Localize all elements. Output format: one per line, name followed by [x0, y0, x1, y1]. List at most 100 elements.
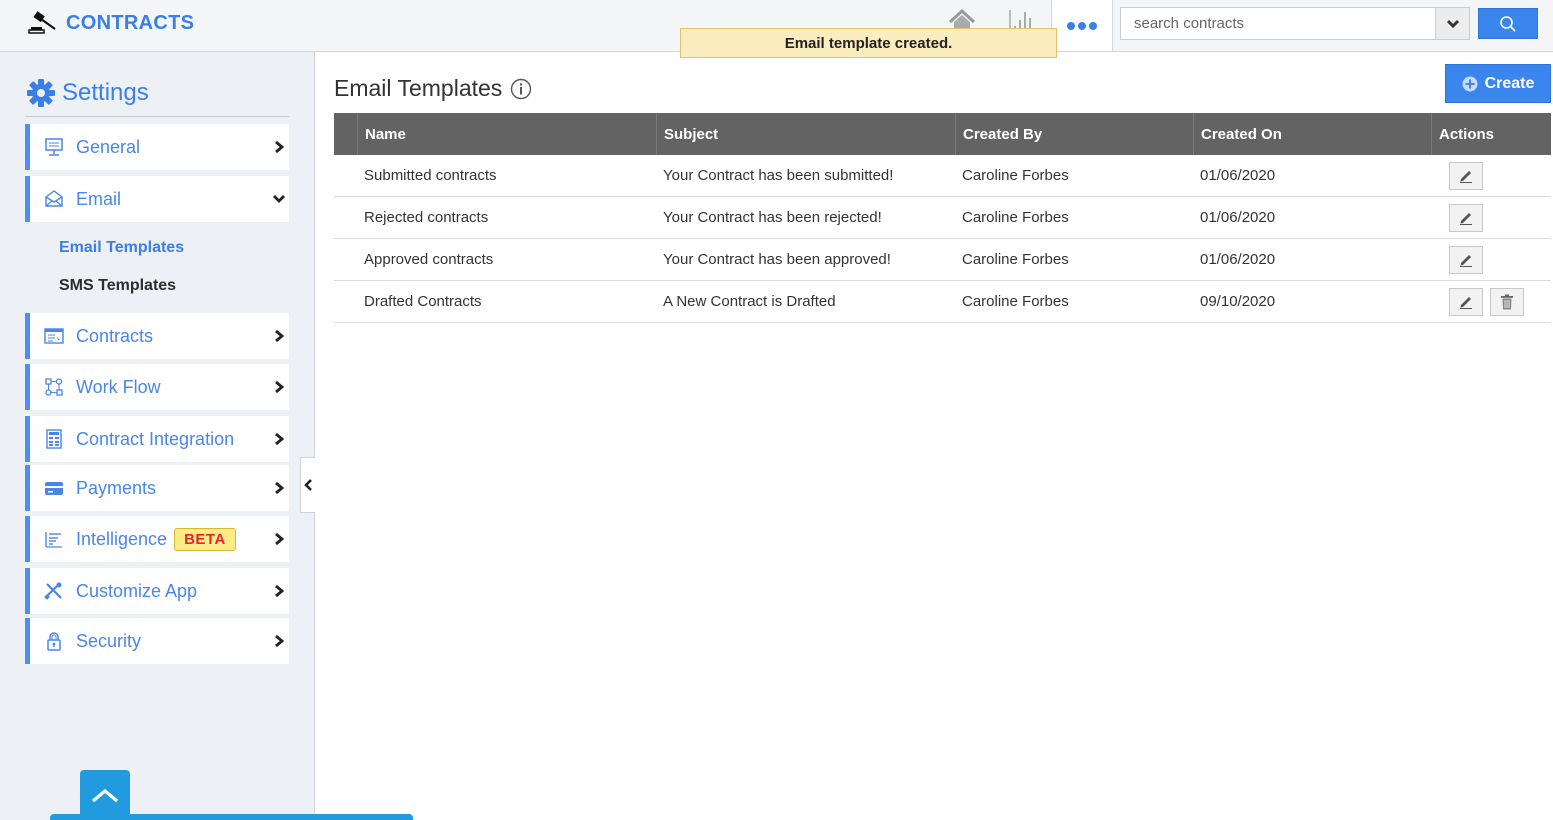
gavel-icon — [28, 11, 56, 34]
cell-name: Rejected contracts — [364, 209, 489, 226]
trash-icon — [1501, 294, 1513, 309]
divider — [25, 116, 289, 117]
app-title: CONTRACTS — [66, 11, 195, 34]
sidebar-item-label: Payments — [76, 477, 157, 498]
column-header-created-by[interactable]: Created By — [955, 113, 1193, 155]
chevron-down-icon — [273, 195, 285, 203]
chevron-right-icon — [275, 481, 285, 495]
search-box — [1120, 7, 1470, 40]
column-header-subject[interactable]: Subject — [656, 113, 955, 155]
pencil-icon — [1460, 254, 1472, 267]
search-icon — [1500, 15, 1516, 32]
gear-icon — [27, 79, 55, 107]
cell-actions — [1431, 281, 1551, 322]
cell-subject: Your Contract has been submitted! — [663, 167, 894, 184]
tools-icon — [44, 581, 64, 601]
cell-actions — [1431, 197, 1551, 238]
pencil-icon — [1460, 296, 1472, 309]
lock-icon — [44, 631, 64, 651]
table-row[interactable]: Rejected contracts Your Contract has bee… — [334, 197, 1551, 239]
cell-actions — [1431, 239, 1551, 280]
page-title: Email Templates — [334, 75, 503, 101]
workflow-icon — [44, 377, 64, 397]
chevron-right-icon — [275, 634, 285, 648]
cell-created-on: 09/10/2020 — [1200, 293, 1276, 310]
create-button[interactable]: Create — [1445, 64, 1551, 103]
report-icon — [44, 529, 64, 549]
chevron-right-icon — [275, 432, 285, 446]
table-header: Name Subject Created By Created On Actio… — [334, 113, 1551, 155]
chevron-right-icon — [275, 329, 285, 343]
sidebar-item-customize-app[interactable]: Customize App — [25, 568, 289, 614]
sidebar-item-label: Work Flow — [76, 376, 161, 397]
sidebar-item-contracts[interactable]: Contracts — [25, 313, 289, 359]
settings-sidebar: Settings General Email Email Templates S… — [0, 52, 315, 820]
column-header-name[interactable]: Name — [357, 113, 656, 155]
cell-name: Approved contracts — [364, 251, 494, 268]
integration-icon — [44, 429, 64, 449]
cell-created-on: 01/06/2020 — [1200, 251, 1276, 268]
app-brand[interactable]: CONTRACTS — [28, 10, 194, 36]
edit-button[interactable] — [1449, 287, 1483, 316]
sidebar-item-label: Contract Integration — [76, 428, 235, 449]
pencil-icon — [1460, 170, 1472, 183]
table-row[interactable]: Approved contracts Your Contract has bee… — [334, 239, 1551, 281]
sidebar-item-security[interactable]: Security — [25, 618, 289, 664]
edit-button[interactable] — [1449, 161, 1483, 190]
chevron-right-icon — [275, 140, 285, 154]
chevron-left-icon — [304, 479, 312, 491]
column-header-spacer — [334, 113, 357, 155]
more-menu-button[interactable] — [1051, 0, 1113, 51]
sidebar-subitem-sms-templates[interactable]: SMS Templates — [59, 277, 176, 295]
email-templates-table: Name Subject Created By Created On Actio… — [334, 113, 1551, 323]
cell-created-on: 01/06/2020 — [1200, 167, 1276, 184]
scroll-to-top-button[interactable] — [80, 770, 130, 820]
toast-message: Email template created. — [784, 34, 953, 52]
search-input[interactable] — [1121, 8, 1435, 39]
cell-created-by: Caroline Forbes — [962, 209, 1069, 226]
collapse-sidebar-button[interactable] — [300, 457, 315, 513]
sidebar-item-label: Customize App — [76, 580, 198, 601]
bottom-panel-bar[interactable] — [50, 814, 413, 820]
search-button[interactable] — [1478, 8, 1538, 39]
delete-button[interactable] — [1490, 287, 1524, 316]
cell-subject: Your Contract has been approved! — [663, 251, 891, 268]
contract-window-icon — [44, 326, 64, 346]
chevron-up-icon — [91, 788, 119, 803]
chevron-down-icon — [1446, 19, 1459, 28]
column-header-created-on[interactable]: Created On — [1193, 113, 1431, 155]
beta-badge: BETA — [174, 527, 236, 551]
settings-title: Settings — [62, 79, 149, 106]
sidebar-item-label: Email — [76, 188, 122, 209]
sidebar-item-work-flow[interactable]: Work Flow — [25, 364, 289, 410]
search-filter-dropdown[interactable] — [1435, 8, 1469, 39]
sidebar-item-intelligence[interactable]: Intelligence BETA — [25, 516, 289, 562]
sidebar-item-label: Security — [76, 630, 142, 651]
table-row[interactable]: Submitted contracts Your Contract has be… — [334, 155, 1551, 197]
table-row[interactable]: Drafted Contracts A New Contract is Draf… — [334, 281, 1551, 323]
monitor-icon — [44, 137, 64, 157]
edit-button[interactable] — [1449, 245, 1483, 274]
cell-actions — [1431, 155, 1551, 196]
sidebar-item-payments[interactable]: Payments — [25, 465, 289, 511]
pencil-icon — [1460, 212, 1472, 225]
sidebar-item-label: General — [76, 136, 141, 157]
cell-created-by: Caroline Forbes — [962, 251, 1069, 268]
settings-heading: Settings — [26, 78, 149, 108]
edit-button[interactable] — [1449, 203, 1483, 232]
info-icon[interactable] — [510, 78, 532, 100]
cell-name: Submitted contracts — [364, 167, 497, 184]
sidebar-item-contract-integration[interactable]: Contract Integration — [25, 416, 289, 462]
sidebar-item-label: Intelligence — [76, 528, 168, 549]
sidebar-item-email[interactable]: Email — [25, 176, 289, 222]
sidebar-subitem-email-templates[interactable]: Email Templates — [59, 239, 184, 257]
create-label: Create — [1484, 74, 1535, 92]
sidebar-item-general[interactable]: General — [25, 124, 289, 170]
more-icon — [1067, 21, 1097, 30]
envelope-icon — [44, 189, 64, 209]
cell-subject: Your Contract has been rejected! — [663, 209, 882, 226]
cell-created-on: 01/06/2020 — [1200, 209, 1276, 226]
cell-name: Drafted Contracts — [364, 293, 482, 310]
plus-circle-icon — [1462, 76, 1478, 91]
chevron-right-icon — [275, 380, 285, 394]
